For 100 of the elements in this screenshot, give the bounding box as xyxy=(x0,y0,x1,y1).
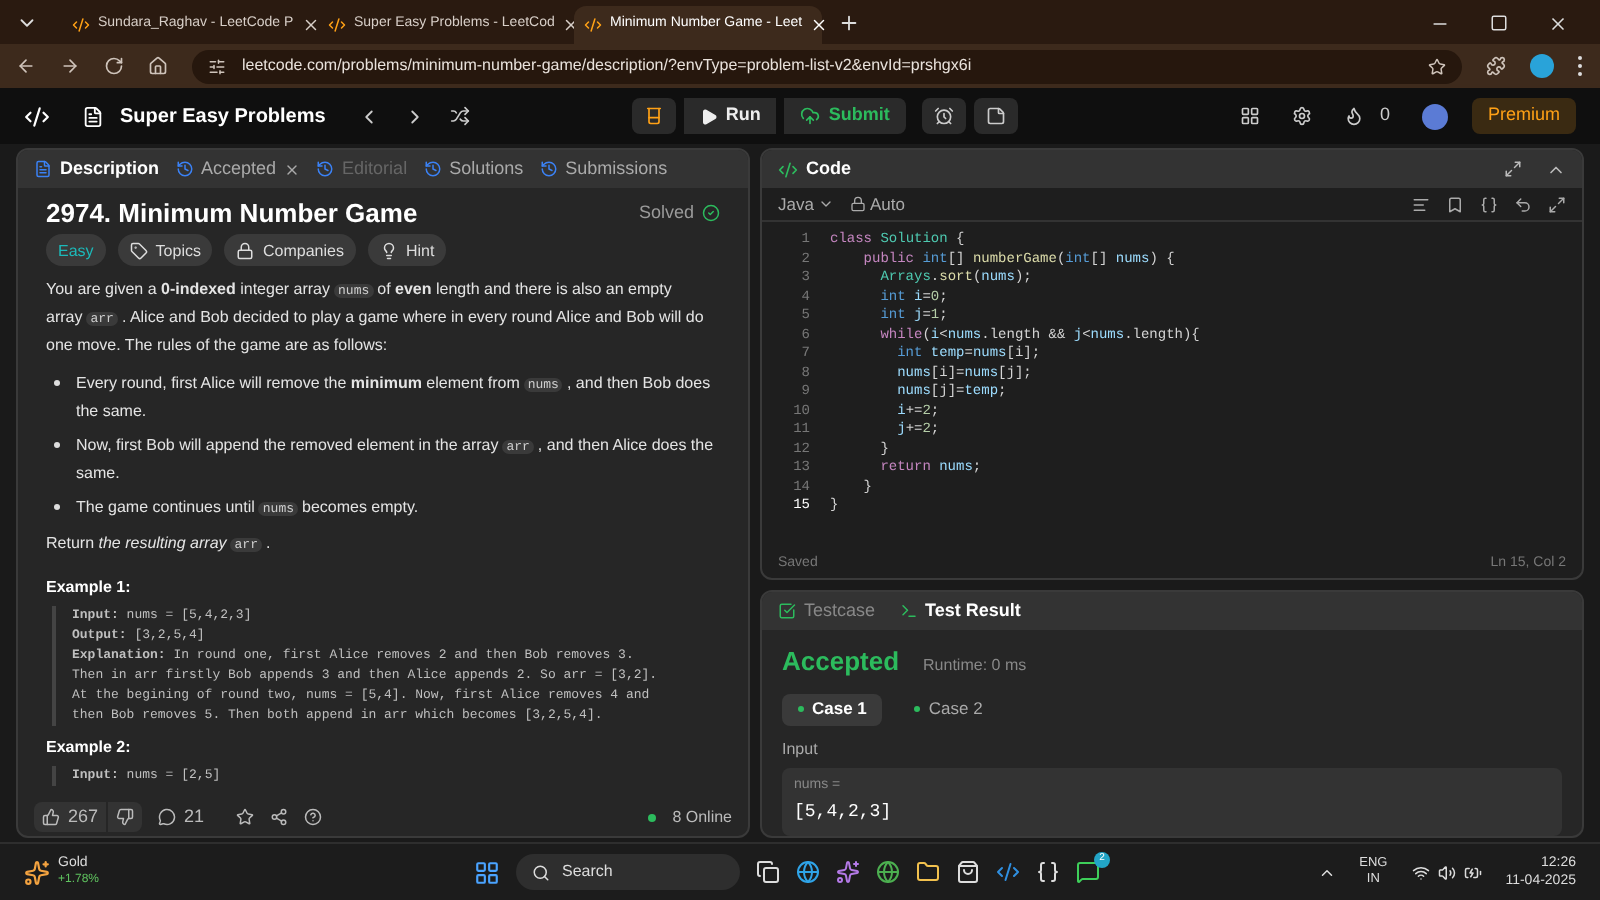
chat-icon[interactable] xyxy=(1076,860,1100,884)
wifi-icon[interactable] xyxy=(1411,863,1430,881)
search-icon xyxy=(532,863,550,881)
problem-list-title[interactable]: Super Easy Problems xyxy=(120,101,326,131)
maximize-icon[interactable] xyxy=(1490,14,1508,32)
bookmark-star-icon[interactable] xyxy=(1428,57,1446,75)
start-icon[interactable] xyxy=(474,859,500,885)
example-heading: Example 2: xyxy=(46,736,133,760)
language-dropdown[interactable]: Java xyxy=(778,191,834,217)
panel-tab[interactable]: Solutions xyxy=(423,155,524,183)
close-icon[interactable] xyxy=(810,16,829,34)
comments-button[interactable]: 21 xyxy=(158,803,205,831)
store-icon[interactable] xyxy=(956,860,980,884)
history-icon xyxy=(539,160,558,178)
reset-icon[interactable] xyxy=(1514,195,1532,213)
terminal-icon xyxy=(899,602,918,620)
maximize-icon[interactable] xyxy=(1504,160,1522,178)
alarm-clock-icon xyxy=(933,106,954,126)
auto-mode[interactable]: Auto xyxy=(849,191,905,217)
tab-label: Accepted xyxy=(201,155,277,182)
profile-avatar[interactable] xyxy=(1530,54,1554,78)
difficulty-badge: Easy xyxy=(46,234,106,266)
address-bar[interactable]: leetcode.com/problems/minimum-number-game/description/?envType=problem-list-v2&envId=prshgx6i xyxy=(192,49,1462,83)
fullscreen-icon[interactable] xyxy=(1548,195,1566,213)
list-icon[interactable] xyxy=(82,105,104,127)
new-tab-icon[interactable] xyxy=(838,12,860,34)
flame-icon[interactable] xyxy=(1343,106,1364,126)
caret-icon xyxy=(817,196,834,212)
example-heading: Example 1: xyxy=(46,576,133,600)
tab-label: Solutions xyxy=(449,155,524,182)
note-icon xyxy=(985,106,1006,126)
reload-icon[interactable] xyxy=(104,56,124,76)
input-value: [5,4,2,3] xyxy=(794,800,894,826)
panel-tab[interactable]: Description xyxy=(34,155,160,183)
panel-tab[interactable]: Accepted xyxy=(175,155,301,183)
upload-icon xyxy=(800,106,821,126)
forward-icon[interactable] xyxy=(60,56,80,76)
widget-icon xyxy=(24,859,50,885)
share-icon[interactable] xyxy=(270,808,289,826)
code-editor-icon[interactable] xyxy=(996,860,1020,884)
lock-icon xyxy=(236,241,255,259)
tag-chip[interactable]: Companies xyxy=(224,234,356,266)
case-tab[interactable]: Case 2 xyxy=(898,693,999,725)
url-text: leetcode.com/problems/minimum-number-game/description/?envType=problem-list-v2&envId=prshgx6i xyxy=(242,54,974,78)
history-icon xyxy=(175,160,194,178)
close-icon[interactable] xyxy=(301,16,320,34)
code-icon xyxy=(778,159,798,179)
lock-icon xyxy=(849,196,866,212)
history-icon xyxy=(423,160,442,178)
streak-count: 0 xyxy=(1379,102,1390,129)
folder-icon[interactable] xyxy=(916,860,940,884)
panel-tab[interactable]: Submissions xyxy=(539,155,668,183)
task-view-icon[interactable] xyxy=(756,860,780,884)
panel-tab[interactable]: Test Result xyxy=(899,597,1021,625)
battery-icon[interactable] xyxy=(1463,863,1482,881)
debug-button[interactable] xyxy=(631,98,676,134)
tag-chip[interactable]: Hint xyxy=(367,234,447,266)
thumbs-down-icon xyxy=(116,808,135,826)
problem-title: 2974. Minimum Number Game xyxy=(46,200,418,226)
notes-button[interactable] xyxy=(973,98,1018,134)
tab-label: Testcase xyxy=(804,597,876,624)
timer-button[interactable] xyxy=(921,98,966,134)
thumbs-up-icon xyxy=(42,808,60,826)
volume-icon[interactable] xyxy=(1437,863,1456,881)
app-icon[interactable] xyxy=(1036,860,1060,884)
run-button[interactable]: Run xyxy=(683,98,777,134)
star-icon[interactable] xyxy=(236,808,255,826)
close-icon[interactable] xyxy=(1548,14,1568,34)
runtime-text: Runtime: 0 ms xyxy=(923,654,1027,678)
lightbulb-icon xyxy=(379,241,398,259)
premium-button[interactable]: Premium xyxy=(1472,98,1577,134)
browser-icon[interactable] xyxy=(796,860,820,884)
tag-chip[interactable]: Topics xyxy=(117,234,213,266)
panel-title: Code xyxy=(806,155,851,182)
tab-label: Test Result xyxy=(925,597,1021,624)
panel-tab[interactable]: Testcase xyxy=(778,597,876,625)
home-icon[interactable] xyxy=(148,56,168,76)
braces-icon[interactable] xyxy=(1480,195,1498,213)
check-circle-icon xyxy=(702,204,720,222)
user-avatar[interactable] xyxy=(1422,103,1448,129)
bookmark-icon[interactable] xyxy=(1446,195,1464,213)
case-tab[interactable]: Case 1 xyxy=(782,693,883,725)
extensions-icon[interactable] xyxy=(1486,56,1506,76)
beaker-icon xyxy=(643,106,664,126)
site-settings-icon[interactable] xyxy=(208,57,226,75)
menu-dots-icon[interactable] xyxy=(1578,56,1584,76)
dislike-button[interactable] xyxy=(108,802,143,832)
assistant-icon[interactable] xyxy=(836,860,860,884)
shuffle-icon[interactable] xyxy=(449,106,470,126)
settings-icon[interactable] xyxy=(1291,106,1312,126)
back-icon[interactable] xyxy=(16,56,36,76)
input-label: Input xyxy=(782,737,820,761)
layout-icon[interactable] xyxy=(1239,106,1260,126)
help-icon[interactable] xyxy=(304,808,323,826)
like-button[interactable]: 267 xyxy=(34,802,107,832)
submit-button[interactable]: Submit xyxy=(784,98,906,134)
document-icon xyxy=(34,160,52,178)
format-icon[interactable] xyxy=(1412,195,1430,213)
taskbar-search-field[interactable]: Search xyxy=(516,854,740,890)
result-status: Accepted xyxy=(782,644,900,680)
